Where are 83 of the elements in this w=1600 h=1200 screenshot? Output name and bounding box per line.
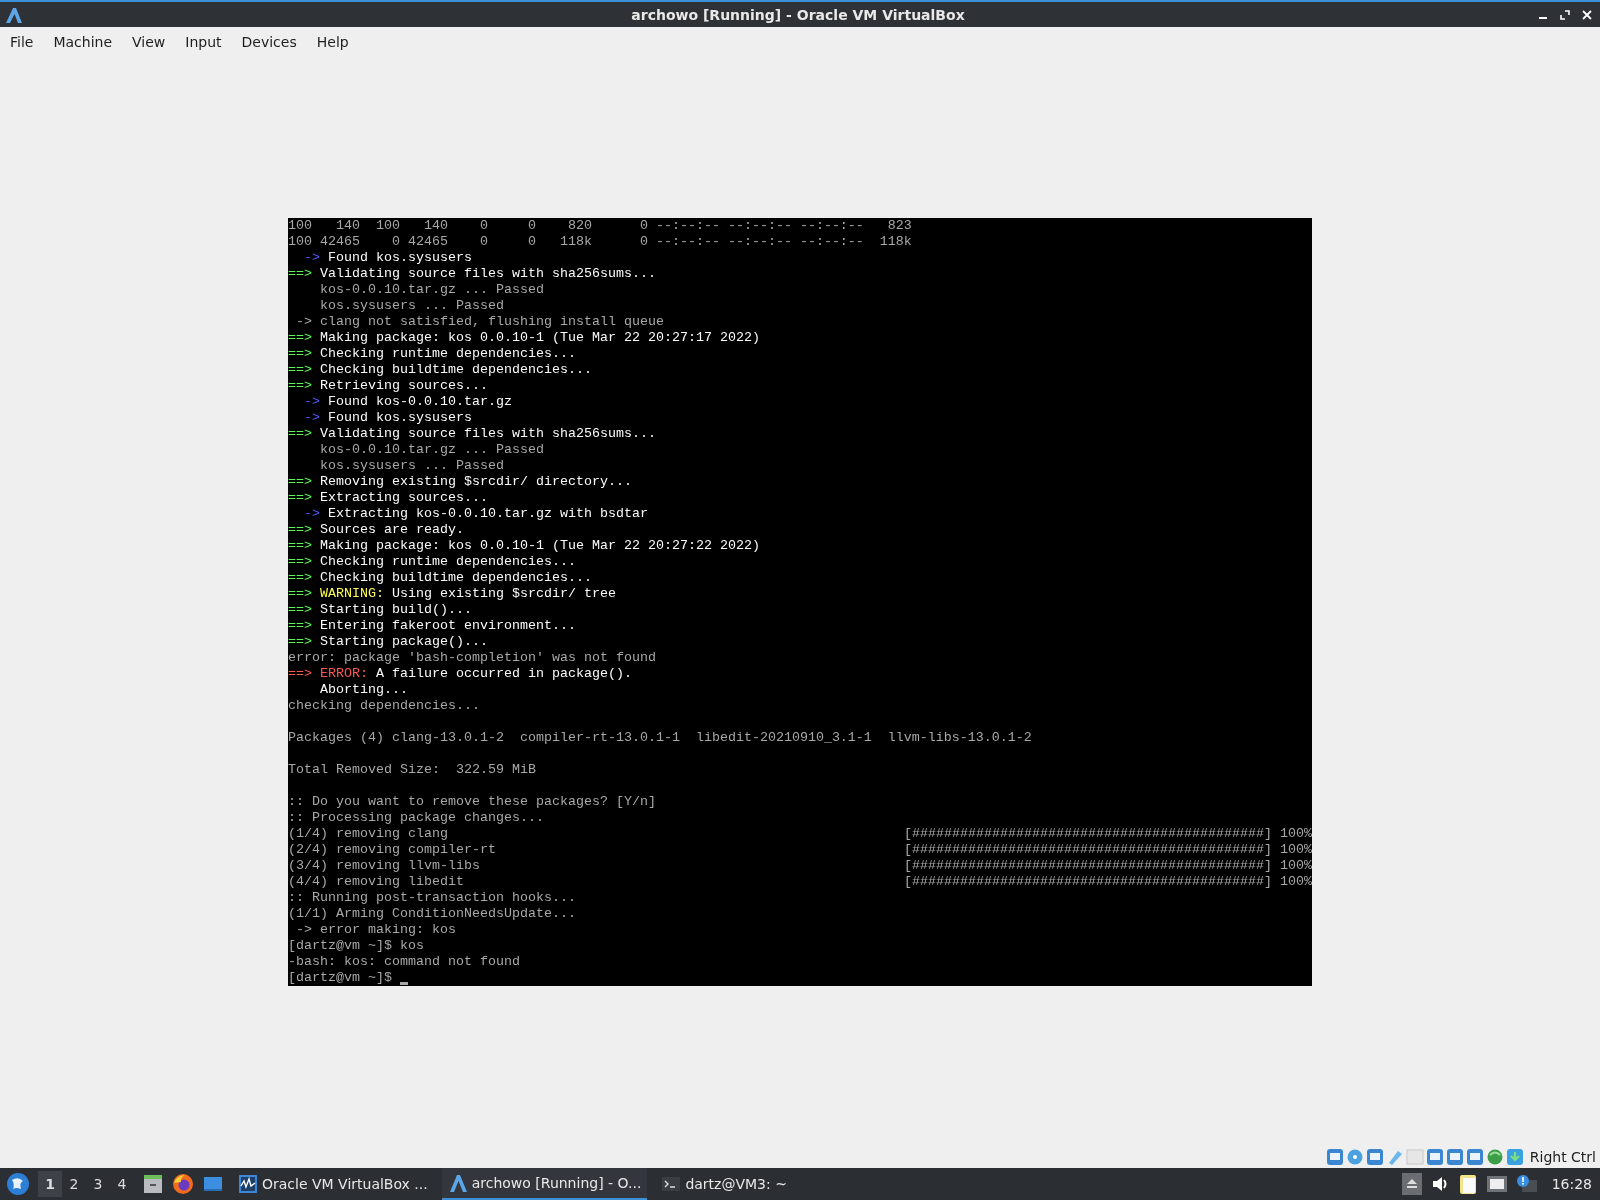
menu-item[interactable]: View bbox=[132, 30, 186, 54]
terminal-line: ==> WARNING: Using existing $srcdir/ tree bbox=[288, 585, 616, 602]
progress-bar-text: [############################################] bbox=[904, 825, 1272, 842]
workspace-button[interactable]: 2 bbox=[62, 1171, 86, 1197]
network-port-icon[interactable] bbox=[1485, 1174, 1508, 1194]
terminal-line: [dartz@vm ~]$ bbox=[288, 969, 393, 986]
terminal-line: ==> Validating source files with sha256sums... bbox=[288, 425, 656, 442]
terminal-line: ==> Validating source files with sha256sums... bbox=[288, 265, 656, 282]
progress-percent: 100% bbox=[1279, 825, 1312, 842]
terminal-line: ==> Making package: kos 0.0.10-1 (Tue Mar 22 20:27:22 2022) bbox=[288, 537, 760, 554]
terminal-line: ==> Retrieving sources... bbox=[288, 377, 488, 394]
firefox-icon[interactable] bbox=[172, 1173, 194, 1195]
menu-item[interactable]: Input bbox=[185, 30, 242, 54]
virtualbox-icon bbox=[4, 5, 24, 24]
terminal-line: ==> Removing existing $srcdir/ directory... bbox=[288, 473, 632, 490]
menu-item[interactable]: Machine bbox=[53, 30, 133, 54]
terminal-line: kos.sysusers ... Passed bbox=[319, 457, 504, 474]
terminal-line: ==> Checking buildtime dependencies... bbox=[288, 361, 592, 378]
terminal-line: -> clang not satisfied, flushing install queue bbox=[295, 313, 664, 330]
terminal-line: Total Removed Size: 322.59 MiB bbox=[288, 761, 536, 778]
maximize-icon[interactable] bbox=[1560, 9, 1570, 20]
terminal-line: 100 140 100 140 0 0 820 0 --:--:-- --:--:-- --:--:-- 823 bbox=[288, 217, 912, 234]
workspace-button[interactable]: 4 bbox=[110, 1171, 134, 1197]
terminal-line: -> Found kos.sysusers bbox=[303, 249, 472, 266]
terminal-line: -bash: kos: command not found bbox=[288, 953, 520, 970]
progress-percent: 100% bbox=[1279, 841, 1312, 858]
workspace-button[interactable]: 1 bbox=[38, 1171, 62, 1197]
terminal-line: ==> Sources are ready. bbox=[288, 521, 464, 538]
terminal-line: ==> Starting build()... bbox=[288, 601, 472, 618]
task-button[interactable]: dartz@VM3: ~ bbox=[655, 1168, 793, 1200]
menu-item[interactable]: Help bbox=[316, 30, 369, 54]
clock: 16:28 bbox=[1551, 1176, 1592, 1192]
terminal-line: -> Found kos-0.0.10.tar.gz bbox=[303, 393, 512, 410]
terminal-line: :: Running post-transaction hooks... bbox=[288, 889, 576, 906]
terminal-line: 100 42465 0 42465 0 0 118k 0 --:--:-- --:--:-- --:--:-- 118k bbox=[288, 233, 912, 250]
terminal-line: Packages (4) clang-13.0.1-2 compiler-rt-13.0.1-1 libedit-20210910_3.1-1 llvm-libs-13.0.1-2 bbox=[288, 729, 1032, 746]
terminal-line: -> Found kos.sysusers bbox=[303, 409, 472, 426]
terminal-line: kos-0.0.10.tar.gz ... Passed bbox=[319, 441, 544, 458]
terminal-line: :: Do you want to remove these packages? [Y/n] bbox=[288, 793, 656, 810]
file-cabinet-icon[interactable] bbox=[142, 1173, 164, 1195]
terminal-line: (4/4) removing libedit bbox=[288, 873, 465, 890]
monitor-chart-icon bbox=[238, 1174, 258, 1194]
progress-percent: 100% bbox=[1279, 857, 1312, 874]
terminal-line: ==> Checking buildtime dependencies... bbox=[288, 569, 592, 586]
menu-item[interactable]: File bbox=[10, 30, 54, 54]
terminal-line: error: package 'bash-completion' was not found bbox=[288, 649, 656, 666]
task-button[interactable]: archowo [Running] - O... bbox=[441, 1168, 648, 1200]
terminal-line: ==> Extracting sources... bbox=[288, 489, 488, 506]
notification-icon[interactable] bbox=[1515, 1174, 1538, 1194]
terminal-line: checking dependencies... bbox=[288, 697, 480, 714]
terminal-line: ==> ERROR: A failure occurred in package(). bbox=[288, 665, 632, 682]
terminal-line: (1/4) removing clang bbox=[288, 825, 449, 842]
clipboard-icon[interactable] bbox=[1457, 1173, 1478, 1195]
task-button[interactable]: Oracle VM VirtualBox ... bbox=[232, 1168, 434, 1200]
terminal-icon bbox=[661, 1174, 682, 1194]
display-icon[interactable] bbox=[1425, 1148, 1444, 1166]
terminal-line: (3/4) removing llvm-libs bbox=[288, 857, 481, 874]
close-icon[interactable] bbox=[1582, 9, 1592, 20]
terminal-line: Aborting... bbox=[319, 681, 408, 698]
start-menu-icon[interactable] bbox=[6, 1172, 30, 1196]
host-key-label: Right Ctrl bbox=[1529, 1149, 1596, 1165]
terminal-line: (2/4) removing compiler-rt bbox=[288, 841, 497, 858]
progress-bar-text: [############################################] bbox=[904, 873, 1272, 890]
progress-percent: 100% bbox=[1279, 873, 1312, 890]
menu-item[interactable]: Devices bbox=[241, 30, 317, 54]
progress-bar-text: [############################################] bbox=[904, 857, 1272, 874]
eject-icon[interactable] bbox=[1401, 1173, 1422, 1195]
terminal-line: ==> Checking runtime dependencies... bbox=[288, 553, 576, 570]
terminal-line: (1/1) Arming ConditionNeedsUpdate... bbox=[288, 905, 576, 922]
terminal-line: kos-0.0.10.tar.gz ... Passed bbox=[319, 281, 544, 298]
progress-bar-text: [############################################] bbox=[904, 841, 1272, 858]
terminal-line: -> Extracting kos-0.0.10.tar.gz with bsdtar bbox=[303, 505, 648, 522]
terminal-line: kos.sysusers ... Passed bbox=[319, 297, 504, 314]
window-title: archowo [Running] - Oracle VM VirtualBox bbox=[631, 6, 965, 23]
terminal-line: ==> Starting package()... bbox=[288, 633, 488, 650]
terminal-line: -> error making: kos bbox=[295, 921, 456, 938]
terminal-line: ==> Making package: kos 0.0.10-1 (Tue Mar 22 20:27:17 2022) bbox=[288, 329, 760, 346]
virtualbox-icon bbox=[447, 1173, 468, 1193]
terminal-line: ==> Checking runtime dependencies... bbox=[288, 345, 576, 362]
workspace-button[interactable]: 3 bbox=[86, 1171, 110, 1197]
terminal-line: ==> Entering fakeroot environment... bbox=[288, 617, 576, 634]
terminal-line: :: Processing package changes... bbox=[288, 809, 544, 826]
terminal-line: [dartz@vm ~]$ kos bbox=[288, 937, 424, 954]
